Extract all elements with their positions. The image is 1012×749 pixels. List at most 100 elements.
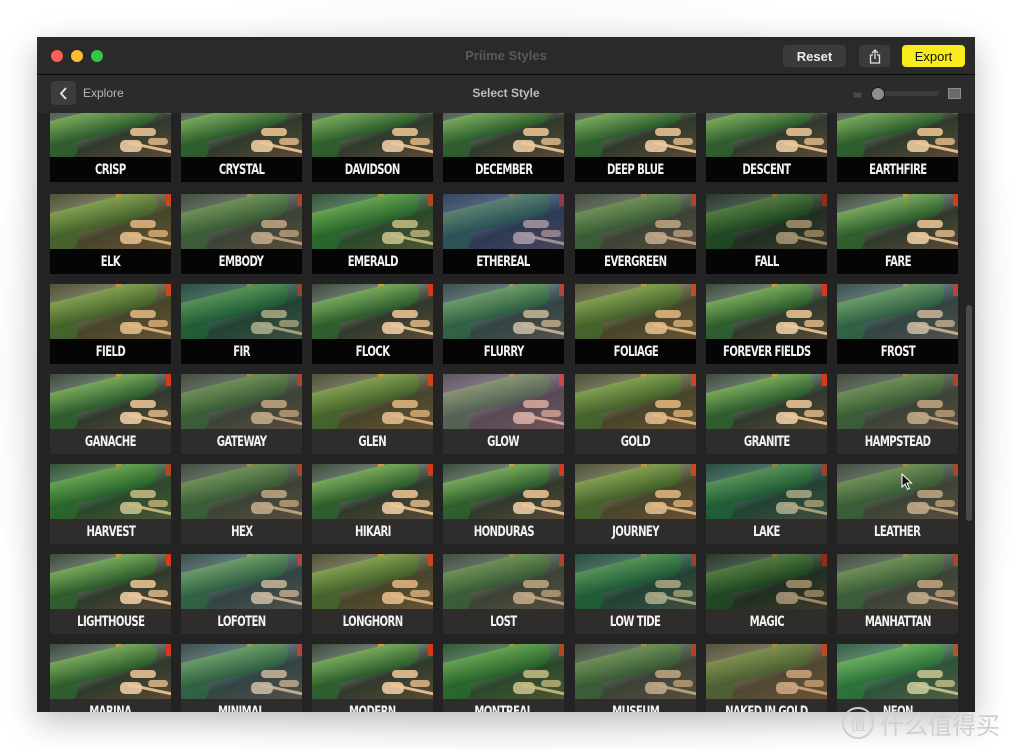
style-preview-image: [575, 464, 696, 519]
style-tile[interactable]: EVERGREEN: [575, 194, 696, 274]
large-thumbnail-icon: [948, 88, 961, 99]
style-preview-image: [837, 464, 958, 519]
style-tile[interactable]: HAMPSTEAD: [837, 374, 958, 454]
style-label: LOST: [443, 609, 564, 634]
style-label: GRANITE: [706, 429, 827, 454]
style-label: LOFOTEN: [181, 609, 302, 634]
style-tile[interactable]: NEON: [837, 644, 958, 712]
style-preview-image: [312, 284, 433, 339]
style-preview-image: [443, 374, 564, 429]
style-tile[interactable]: FOREVER FIELDS: [706, 284, 827, 364]
style-preview-image: [837, 113, 958, 157]
style-label: MONTREAL: [443, 699, 564, 712]
style-tile[interactable]: EMERALD: [312, 194, 433, 274]
style-tile[interactable]: ELK: [50, 194, 171, 274]
style-preview-image: [50, 194, 171, 249]
style-label: MANHATTAN: [837, 609, 958, 634]
export-button[interactable]: Export: [902, 45, 965, 67]
style-tile[interactable]: MANHATTAN: [837, 554, 958, 634]
style-tile[interactable]: DESCENT: [706, 113, 827, 182]
style-tile[interactable]: FARE: [837, 194, 958, 274]
style-tile[interactable]: DEEP BLUE: [575, 113, 696, 182]
style-label: GLEN: [312, 429, 433, 454]
style-tile[interactable]: MINIMAL: [181, 644, 302, 712]
style-label: DAVIDSON: [312, 157, 433, 182]
style-preview-image: [312, 113, 433, 157]
style-label: HARVEST: [50, 519, 171, 544]
style-tile[interactable]: ETHEREAL: [443, 194, 564, 274]
style-tile[interactable]: MONTREAL: [443, 644, 564, 712]
style-tile[interactable]: LAKE: [706, 464, 827, 544]
style-tile[interactable]: MAGIC: [706, 554, 827, 634]
style-label: FOLIAGE: [575, 339, 696, 364]
style-tile[interactable]: LONGHORN: [312, 554, 433, 634]
style-label: FLOCK: [312, 339, 433, 364]
style-tile[interactable]: CRISP: [50, 113, 171, 182]
style-label: GANACHE: [50, 429, 171, 454]
style-tile[interactable]: FIR: [181, 284, 302, 364]
style-tile[interactable]: FOLIAGE: [575, 284, 696, 364]
style-tile[interactable]: EARTHFIRE: [837, 113, 958, 182]
style-preview-image: [50, 644, 171, 699]
style-tile[interactable]: DECEMBER: [443, 113, 564, 182]
style-tile[interactable]: NAKED IN GOLD: [706, 644, 827, 712]
style-tile[interactable]: HARVEST: [50, 464, 171, 544]
vertical-scrollbar[interactable]: [966, 305, 972, 521]
style-tile[interactable]: JOURNEY: [575, 464, 696, 544]
style-preview-image: [837, 284, 958, 339]
style-preview-image: [575, 374, 696, 429]
style-tile[interactable]: FIELD: [50, 284, 171, 364]
style-preview-image: [181, 464, 302, 519]
style-tile[interactable]: LEATHER: [837, 464, 958, 544]
style-preview-image: [443, 284, 564, 339]
style-label: LONGHORN: [312, 609, 433, 634]
style-label: FIR: [181, 339, 302, 364]
style-label: DEEP BLUE: [575, 157, 696, 182]
style-tile[interactable]: FLOCK: [312, 284, 433, 364]
style-label: EMBODY: [181, 249, 302, 274]
title-bar: Priime Styles Reset Export: [37, 37, 975, 75]
style-label: CRISP: [50, 157, 171, 182]
style-preview-image: [181, 284, 302, 339]
section-title: Select Style: [472, 86, 540, 100]
style-tile[interactable]: LOST: [443, 554, 564, 634]
style-tile[interactable]: HEX: [181, 464, 302, 544]
style-tile[interactable]: GATEWAY: [181, 374, 302, 454]
style-tile[interactable]: LIGHTHOUSE: [50, 554, 171, 634]
style-tile[interactable]: MODERN: [312, 644, 433, 712]
style-tile[interactable]: LOFOTEN: [181, 554, 302, 634]
style-tile[interactable]: GOLD: [575, 374, 696, 454]
style-preview-image: [443, 194, 564, 249]
style-tile[interactable]: DAVIDSON: [312, 113, 433, 182]
style-label: LEATHER: [837, 519, 958, 544]
watermark-logo-icon: 值: [842, 707, 874, 739]
style-tile[interactable]: GLOW: [443, 374, 564, 454]
style-label: ELK: [50, 249, 171, 274]
style-tile[interactable]: EMBODY: [181, 194, 302, 274]
style-tile[interactable]: CRYSTAL: [181, 113, 302, 182]
style-tile[interactable]: LOW TIDE: [575, 554, 696, 634]
style-tile[interactable]: FALL: [706, 194, 827, 274]
style-preview-image: [312, 464, 433, 519]
style-preview-image: [50, 113, 171, 157]
thumbnail-size-slider-knob[interactable]: [871, 87, 885, 101]
share-button[interactable]: [859, 45, 890, 67]
style-tile[interactable]: HONDURAS: [443, 464, 564, 544]
style-tile[interactable]: FLURRY: [443, 284, 564, 364]
style-tile[interactable]: GRANITE: [706, 374, 827, 454]
style-preview-image: [443, 554, 564, 609]
style-tile[interactable]: MARINA: [50, 644, 171, 712]
style-tile[interactable]: FROST: [837, 284, 958, 364]
style-tile[interactable]: MUSEUM: [575, 644, 696, 712]
reset-button[interactable]: Reset: [783, 45, 846, 67]
style-preview-image: [706, 464, 827, 519]
style-label: MODERN: [312, 699, 433, 712]
style-tile[interactable]: GANACHE: [50, 374, 171, 454]
style-label: DECEMBER: [443, 157, 564, 182]
style-tile[interactable]: HIKARI: [312, 464, 433, 544]
style-label: MUSEUM: [575, 699, 696, 712]
style-preview-image: [575, 554, 696, 609]
style-preview-image: [312, 374, 433, 429]
style-tile[interactable]: GLEN: [312, 374, 433, 454]
watermark-text: 什么值得买: [880, 712, 1000, 740]
